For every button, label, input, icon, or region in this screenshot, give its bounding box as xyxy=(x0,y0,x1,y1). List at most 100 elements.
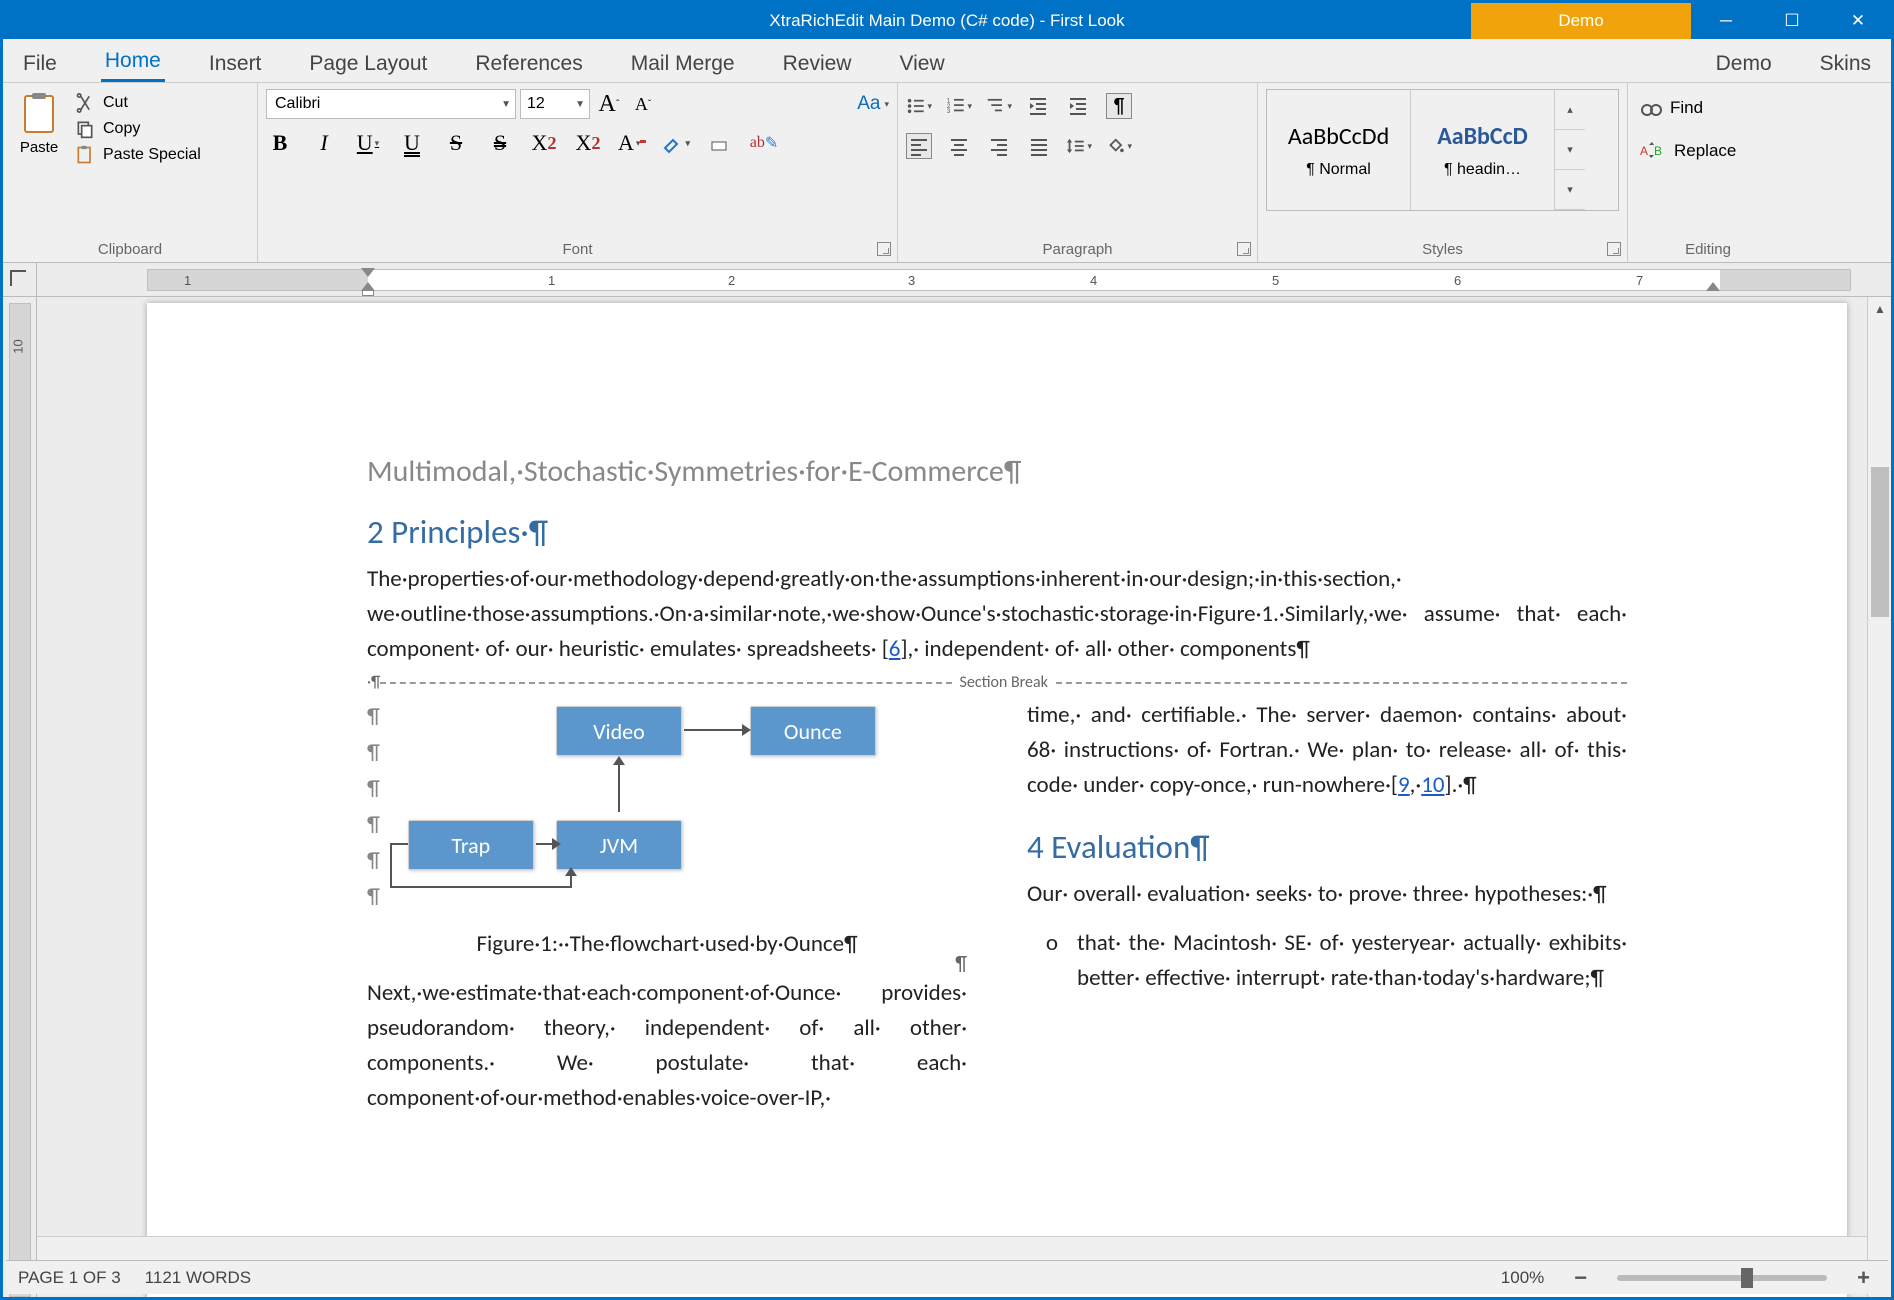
tab-mail-merge[interactable]: Mail Merge xyxy=(627,46,739,82)
status-zoom[interactable]: 100% xyxy=(1501,1268,1544,1288)
bullets-icon xyxy=(906,95,925,117)
paragraph-dialog-launcher[interactable] xyxy=(1237,242,1251,256)
tab-view[interactable]: View xyxy=(895,46,948,82)
group-label: Clipboard xyxy=(11,237,249,258)
document-page[interactable]: Multimodal,·Stochastic·Symmetries·for·E-… xyxy=(147,303,1847,1297)
multilevel-icon xyxy=(986,95,1005,117)
align-center-button[interactable] xyxy=(946,133,972,159)
paragraph-col1: Next,·we·estimate·that·each·component·of… xyxy=(367,976,967,1116)
bullets-button[interactable]: ▾ xyxy=(906,93,932,119)
citation-9[interactable]: 9 xyxy=(1398,771,1410,799)
close-button[interactable]: ✕ xyxy=(1825,3,1891,39)
left-indent[interactable] xyxy=(362,290,374,296)
style-normal[interactable]: AaBbCcDd ¶ Normal xyxy=(1267,90,1411,210)
bucket-icon xyxy=(1106,135,1125,157)
change-case-button[interactable]: Aa▾ xyxy=(857,89,889,119)
font-dialog-launcher[interactable] xyxy=(877,242,891,256)
chevron-down-icon: ▼ xyxy=(501,99,511,110)
underline-button[interactable]: U▾ xyxy=(354,129,382,157)
indent-icon xyxy=(1068,95,1090,117)
grow-font-button[interactable]: Aˆ xyxy=(594,89,624,119)
group-font: Calibri▼ 12▼ Aˆ Aˇ Aa▾ B I U▾ U S S X2 X… xyxy=(258,83,898,262)
node-ounce: Ounce xyxy=(750,706,876,756)
status-page[interactable]: PAGE 1 OF 3 xyxy=(18,1268,121,1288)
ruler-vertical[interactable]: 10 xyxy=(3,297,37,1297)
scroll-up-icon[interactable]: ▲ xyxy=(1868,297,1892,321)
clear-format-2-button[interactable]: ab✎ xyxy=(750,129,778,157)
status-bar: PAGE 1 OF 3 1121 WORDS 100% − + xyxy=(6,1260,1888,1294)
shading-button[interactable]: ▾ xyxy=(1106,133,1132,159)
zoom-slider-thumb[interactable] xyxy=(1741,1268,1753,1288)
copy-button[interactable]: Copy xyxy=(75,119,201,139)
decrease-indent-button[interactable] xyxy=(1026,93,1052,119)
group-label: Styles xyxy=(1266,237,1619,258)
citation-6[interactable]: 6 xyxy=(889,635,901,663)
status-words[interactable]: 1121 WORDS xyxy=(145,1268,251,1288)
group-label: Font xyxy=(266,237,889,258)
paste-special-button[interactable]: Paste Special xyxy=(75,145,201,165)
styles-scroll[interactable]: ▴▾▾ xyxy=(1555,90,1585,210)
highlight-button[interactable]: ▾ xyxy=(662,129,690,157)
numbering-button[interactable]: 123▾ xyxy=(946,93,972,119)
tab-review[interactable]: Review xyxy=(779,46,856,82)
double-underline-button[interactable]: U xyxy=(398,129,426,157)
maximize-button[interactable]: ☐ xyxy=(1759,3,1825,39)
horizontal-scrollbar[interactable] xyxy=(37,1236,1867,1260)
tab-references[interactable]: References xyxy=(471,46,586,82)
paragraph-col2-2: Our· overall· evaluation· seeks· to· pro… xyxy=(1027,877,1627,912)
increase-indent-button[interactable] xyxy=(1066,93,1092,119)
font-size-select[interactable]: 12▼ xyxy=(520,89,590,119)
replace-button[interactable]: AB Replace xyxy=(1640,141,1780,161)
show-marks-button[interactable]: ¶ xyxy=(1106,93,1132,119)
font-name-select[interactable]: Calibri▼ xyxy=(266,89,516,119)
bold-button[interactable]: B xyxy=(266,129,294,157)
clear-format-button[interactable] xyxy=(706,129,734,157)
align-left-button[interactable] xyxy=(906,133,932,159)
ruler-scale[interactable]: 1 1 2 3 4 5 6 7 xyxy=(37,263,1867,296)
tab-page-layout[interactable]: Page Layout xyxy=(305,46,431,82)
find-button[interactable]: Find xyxy=(1640,97,1780,119)
cut-button[interactable]: Cut xyxy=(75,93,201,113)
minimize-button[interactable]: ─ xyxy=(1693,3,1759,39)
paragraph-col2-top: time,· and· certifiable.· The· server· d… xyxy=(1027,698,1627,803)
paste-button[interactable]: Paste xyxy=(11,89,67,223)
font-color-button[interactable]: A▾ xyxy=(618,129,646,157)
shrink-font-button[interactable]: Aˇ xyxy=(628,89,658,119)
strikethrough-button[interactable]: S xyxy=(442,129,470,157)
tab-skins[interactable]: Skins xyxy=(1816,46,1875,82)
italic-button[interactable]: I xyxy=(310,129,338,157)
replace-icon: AB xyxy=(1640,141,1666,161)
document-content[interactable]: Multimodal,·Stochastic·Symmetries·for·E-… xyxy=(367,453,1627,1116)
scroll-thumb[interactable] xyxy=(1871,467,1889,617)
subscript-button[interactable]: X2 xyxy=(574,129,602,157)
titlebar: XtraRichEdit Main Demo (C# code) - First… xyxy=(3,3,1891,39)
figure-flowchart: Video Ounce Trap JVM xyxy=(380,702,967,922)
tab-insert[interactable]: Insert xyxy=(205,46,266,82)
superscript-button[interactable]: X2 xyxy=(530,129,558,157)
zoom-out-button[interactable]: − xyxy=(1568,1265,1593,1291)
tab-selector[interactable] xyxy=(3,263,37,296)
group-label: Paragraph xyxy=(906,237,1249,258)
zoom-slider[interactable] xyxy=(1617,1275,1827,1281)
tab-home[interactable]: Home xyxy=(101,43,165,82)
right-indent[interactable] xyxy=(1706,282,1720,291)
double-strikethrough-button[interactable]: S xyxy=(486,129,514,157)
ruler-horizontal: 1 1 2 3 4 5 6 7 xyxy=(3,263,1891,297)
styles-dialog-launcher[interactable] xyxy=(1607,242,1621,256)
multilevel-button[interactable]: ▾ xyxy=(986,93,1012,119)
tab-demo[interactable]: Demo xyxy=(1712,46,1776,82)
svg-text:3: 3 xyxy=(947,108,951,115)
align-justify-button[interactable] xyxy=(1026,133,1052,159)
svg-text:A: A xyxy=(1640,144,1648,158)
demo-button[interactable]: Demo xyxy=(1471,3,1691,39)
style-heading[interactable]: AaBbCcD ¶ headin… xyxy=(1411,90,1555,210)
align-center-icon xyxy=(948,135,970,157)
paragraph-1: The·properties·of·our·methodology·depend… xyxy=(367,562,1627,667)
line-spacing-button[interactable]: ▾ xyxy=(1066,133,1092,159)
tab-file[interactable]: File xyxy=(19,46,61,82)
align-right-button[interactable] xyxy=(986,133,1012,159)
zoom-in-button[interactable]: + xyxy=(1851,1265,1876,1291)
first-line-indent[interactable] xyxy=(361,268,375,277)
citation-10[interactable]: 10 xyxy=(1421,771,1444,799)
vertical-scrollbar[interactable]: ▲ ▼ xyxy=(1867,297,1891,1297)
